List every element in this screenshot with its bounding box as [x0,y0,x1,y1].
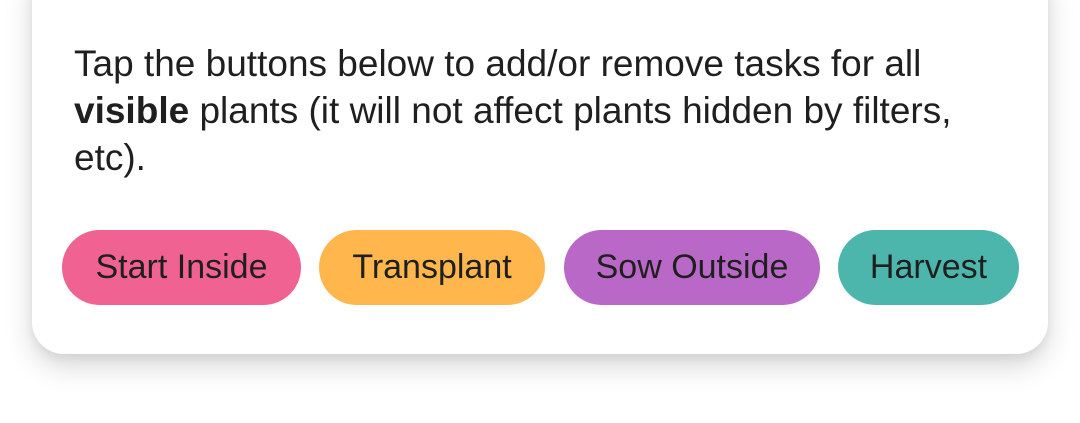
instructions-text-part-2: plants (it will not affect plants hidden… [74,90,952,178]
harvest-button[interactable]: Harvest [838,230,1019,305]
transplant-button[interactable]: Transplant [319,230,545,305]
instructions-text: Tap the buttons below to add/or remove t… [74,40,1014,181]
start-inside-button[interactable]: Start Inside [62,230,301,305]
instructions-text-part-1: Tap the buttons below to add/or remove t… [74,43,922,84]
sow-outside-button[interactable]: Sow Outside [564,230,820,305]
instructions-emphasis: visible [74,90,190,131]
task-button-row: Start Inside Transplant Sow Outside Harv… [0,230,1080,305]
